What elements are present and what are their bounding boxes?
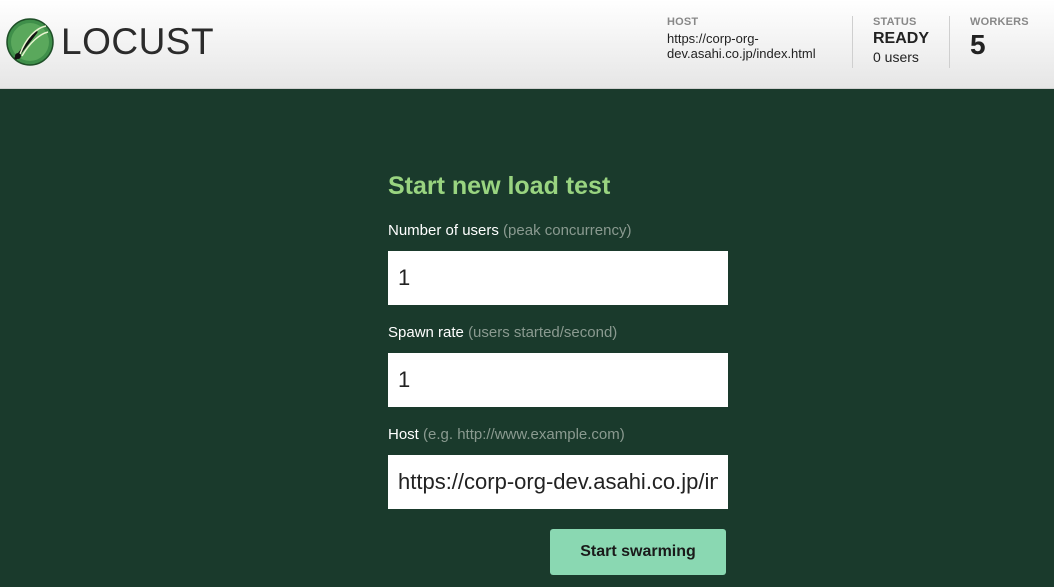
- start-swarming-button[interactable]: Start swarming: [550, 529, 726, 575]
- spawn-rate-label: Spawn rate: [388, 324, 464, 341]
- host-field-label: Host (e.g. http://www.example.com): [388, 426, 625, 444]
- workers-value: 5: [970, 29, 986, 60]
- form-title: Start new load test: [388, 172, 611, 200]
- host-value: https://corp-org-dev.asahi.co.jp/index.h…: [667, 31, 816, 61]
- top-header: LOCUST HOST https://corp-org-dev.asahi.c…: [0, 0, 1054, 89]
- workers-stat: WORKERS 5: [970, 16, 1029, 60]
- spawn-rate-input[interactable]: [388, 353, 728, 407]
- users-input[interactable]: [388, 251, 728, 305]
- logo-text: LOCUST: [61, 21, 215, 62]
- locust-logo[interactable]: LOCUST: [6, 17, 214, 67]
- users-hint: (peak concurrency): [503, 222, 632, 239]
- status-value: READY: [873, 30, 930, 47]
- status-label: STATUS: [873, 16, 917, 28]
- spawn-rate-field-label: Spawn rate (users started/second): [388, 324, 617, 342]
- users-field-label: Number of users (peak concurrency): [388, 222, 631, 240]
- host-input[interactable]: [388, 455, 728, 509]
- users-label: Number of users: [388, 222, 499, 239]
- host-stat: HOST https://corp-org-dev.asahi.co.jp/in…: [667, 16, 847, 61]
- host-hint: (e.g. http://www.example.com): [423, 426, 625, 443]
- user-count: 0 users: [873, 49, 919, 65]
- stat-divider: [852, 16, 853, 68]
- stat-divider: [949, 16, 950, 68]
- host-label: HOST: [667, 16, 699, 28]
- status-stat: STATUS READY 0 users: [873, 16, 929, 66]
- workers-label: WORKERS: [970, 16, 1029, 28]
- spawn-rate-hint: (users started/second): [468, 324, 618, 341]
- host-field-label-text: Host: [388, 426, 419, 443]
- start-load-test-form: Start new load test Number of users (pea…: [388, 170, 728, 575]
- locust-logo-icon: [6, 18, 54, 66]
